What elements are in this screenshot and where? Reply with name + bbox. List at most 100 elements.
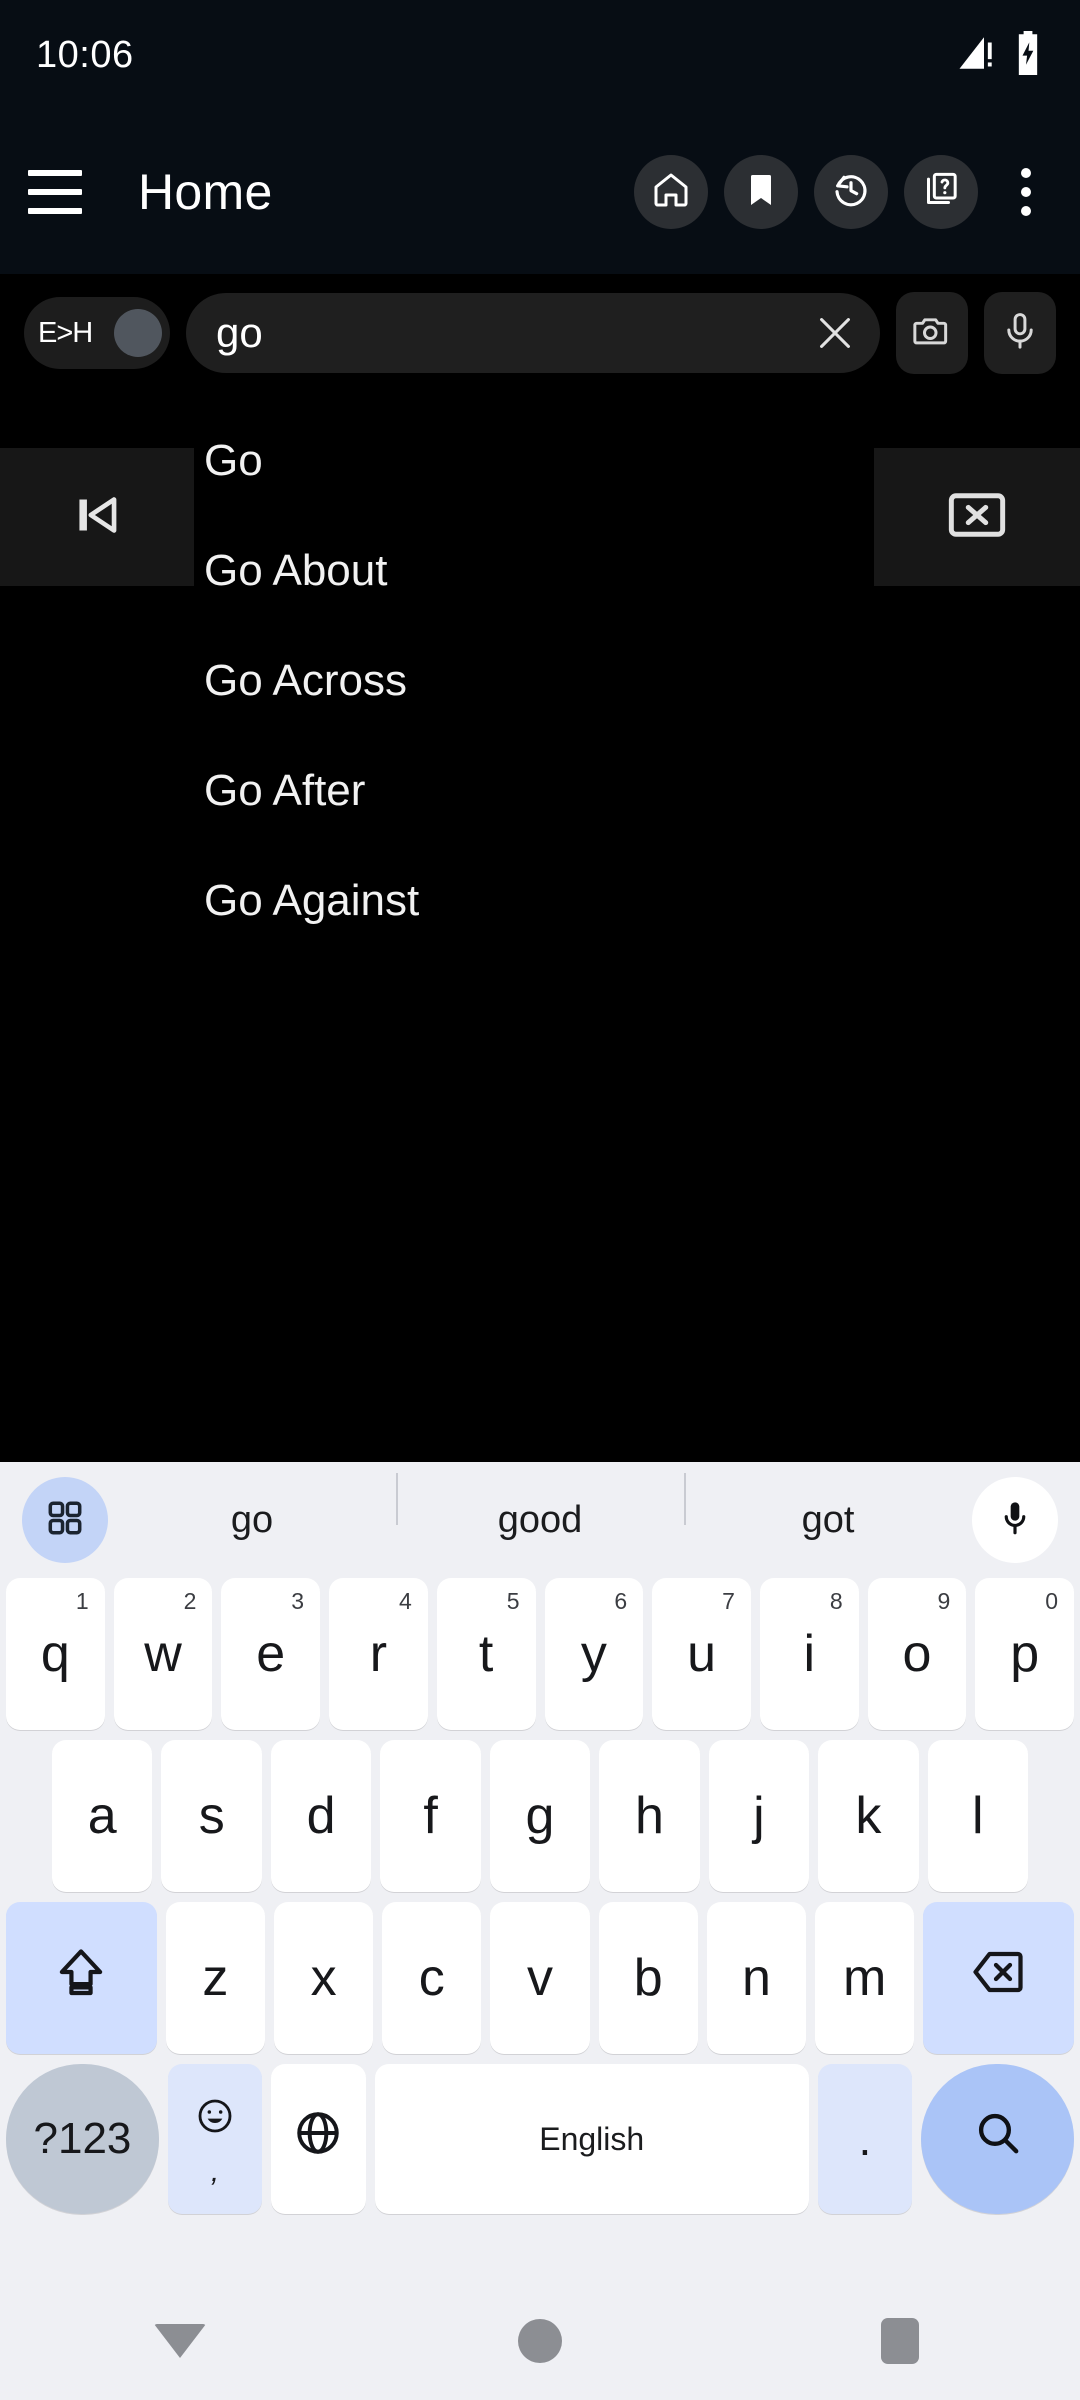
key-x[interactable]: x xyxy=(273,1902,374,2054)
keyboard-row-2: a s d f g h j k l xyxy=(0,1740,1080,1892)
key-c[interactable]: c xyxy=(382,1902,482,2054)
key-w[interactable]: 2 w xyxy=(113,1578,213,1730)
key-j[interactable]: j xyxy=(708,1740,810,1892)
key-superscript: 4 xyxy=(399,1588,412,1614)
keyboard-row-3: z x c v b n m xyxy=(0,1902,1080,2054)
nav-back-button[interactable] xyxy=(120,2282,240,2400)
shift-key[interactable] xyxy=(6,1902,157,2054)
key-z[interactable]: z xyxy=(165,1902,265,2054)
skip-previous-icon xyxy=(66,484,128,551)
emoji-key[interactable]: , xyxy=(167,2064,263,2214)
system-navigation-bar xyxy=(0,2282,1080,2400)
key-i[interactable]: 8 i xyxy=(759,1578,859,1730)
voice-search-button[interactable] xyxy=(984,292,1056,374)
key-superscript: 9 xyxy=(937,1588,951,1614)
list-item[interactable]: Go Against xyxy=(0,846,1080,956)
suggestion-words: go good got xyxy=(108,1472,972,1542)
status-clock: 10:06 xyxy=(36,33,134,76)
key-e[interactable]: 3 e xyxy=(221,1578,321,1730)
toolbar-bookmarks-button[interactable] xyxy=(724,155,798,229)
key-g[interactable]: g xyxy=(489,1740,591,1892)
bookmark-icon xyxy=(741,170,781,215)
key-label: q xyxy=(40,1625,70,1683)
microphone-icon xyxy=(995,1498,1035,1543)
key-label: e xyxy=(256,1625,286,1683)
keyboard-row-4: ?123 , English . xyxy=(0,2064,1080,2214)
key-label: r xyxy=(369,1625,388,1683)
key-r[interactable]: 4 r xyxy=(329,1578,428,1730)
key-o[interactable]: 9 o xyxy=(867,1578,967,1730)
more-vert-icon[interactable] xyxy=(1000,155,1052,229)
key-superscript: 0 xyxy=(1045,1588,1059,1614)
key-q[interactable]: 1 q xyxy=(5,1578,105,1730)
key-superscript: 3 xyxy=(291,1588,305,1614)
microphone-icon xyxy=(999,310,1041,357)
key-k[interactable]: k xyxy=(818,1740,919,1892)
keyboard-suggestion-strip: go good got xyxy=(0,1462,1080,1578)
key-n[interactable]: n xyxy=(706,1902,806,2054)
search-input[interactable]: go xyxy=(186,293,880,373)
key-f[interactable]: f xyxy=(380,1740,481,1892)
key-u[interactable]: 7 u xyxy=(652,1578,751,1730)
key-d[interactable]: d xyxy=(270,1740,372,1892)
key-v[interactable]: v xyxy=(490,1902,590,2054)
key-superscript: 1 xyxy=(75,1588,89,1614)
key-m[interactable]: m xyxy=(815,1902,915,2054)
key-t[interactable]: 5 t xyxy=(436,1578,536,1730)
soft-keyboard: go good got 1 q 2 w 3 e 4 r 5 t 6 y 7 u … xyxy=(0,1462,1080,2282)
language-switch-key[interactable] xyxy=(271,2064,366,2214)
home-icon xyxy=(651,170,691,215)
key-s[interactable]: s xyxy=(161,1740,262,1892)
nav-home-button[interactable] xyxy=(480,2282,600,2400)
suggestion-word[interactable]: good xyxy=(396,1472,684,1542)
list-item[interactable]: Go Across xyxy=(0,626,1080,736)
shift-arrow-icon xyxy=(53,1944,109,2013)
key-superscript: 6 xyxy=(614,1588,628,1614)
toggle-knob xyxy=(114,309,162,357)
signal-no-service-icon xyxy=(956,32,998,79)
key-label: u xyxy=(687,1625,717,1683)
status-icons xyxy=(956,30,1044,80)
skip-previous-button[interactable] xyxy=(0,448,194,586)
suggestion-word[interactable]: go xyxy=(108,1499,396,1542)
space-key[interactable]: English xyxy=(374,2064,809,2214)
key-l[interactable]: l xyxy=(927,1740,1028,1892)
toolbar-home-button[interactable] xyxy=(634,155,708,229)
backspace-key[interactable] xyxy=(923,1902,1074,2054)
camera-icon xyxy=(911,310,953,357)
key-h[interactable]: h xyxy=(599,1740,700,1892)
home-circle-icon xyxy=(518,2319,562,2363)
key-label: y xyxy=(580,1625,607,1683)
emoji-smiley-icon xyxy=(195,2089,235,2149)
language-globe-icon xyxy=(293,2108,343,2171)
nav-recents-button[interactable] xyxy=(840,2282,960,2400)
key-superscript: 5 xyxy=(506,1588,520,1614)
toolbar-history-button[interactable] xyxy=(814,155,888,229)
key-b[interactable]: b xyxy=(598,1902,698,2054)
backspace-icon xyxy=(969,1942,1029,2015)
apps-grid-button[interactable] xyxy=(22,1477,108,1563)
keyboard-row-1: 1 q 2 w 3 e 4 r 5 t 6 y 7 u 8 i 9 o 0 p xyxy=(0,1578,1080,1730)
toolbar-quiz-button[interactable] xyxy=(904,155,978,229)
search-enter-key[interactable] xyxy=(921,2064,1075,2214)
keyboard-voice-button[interactable] xyxy=(972,1477,1058,1563)
key-y[interactable]: 6 y xyxy=(544,1578,644,1730)
key-p[interactable]: 0 p xyxy=(975,1578,1075,1730)
search-icon xyxy=(972,2107,1024,2172)
numeric-key[interactable]: ?123 xyxy=(6,2064,159,2214)
comma-label: , xyxy=(210,2155,220,2188)
key-label: i xyxy=(803,1625,816,1683)
period-key[interactable]: . xyxy=(817,2064,913,2214)
key-a[interactable]: a xyxy=(52,1740,153,1892)
close-overlay-button[interactable] xyxy=(874,448,1080,586)
close-icon[interactable] xyxy=(800,310,858,356)
history-icon xyxy=(831,170,871,215)
language-direction-toggle[interactable]: E>H xyxy=(24,297,170,369)
camera-search-button[interactable] xyxy=(896,292,968,374)
hamburger-menu-icon[interactable] xyxy=(28,170,82,214)
recents-square-icon xyxy=(881,2318,919,2364)
apps-grid-icon xyxy=(44,1497,86,1544)
suggestion-word[interactable]: got xyxy=(684,1472,972,1542)
search-bar: E>H go xyxy=(0,274,1080,392)
list-item[interactable]: Go After xyxy=(0,736,1080,846)
